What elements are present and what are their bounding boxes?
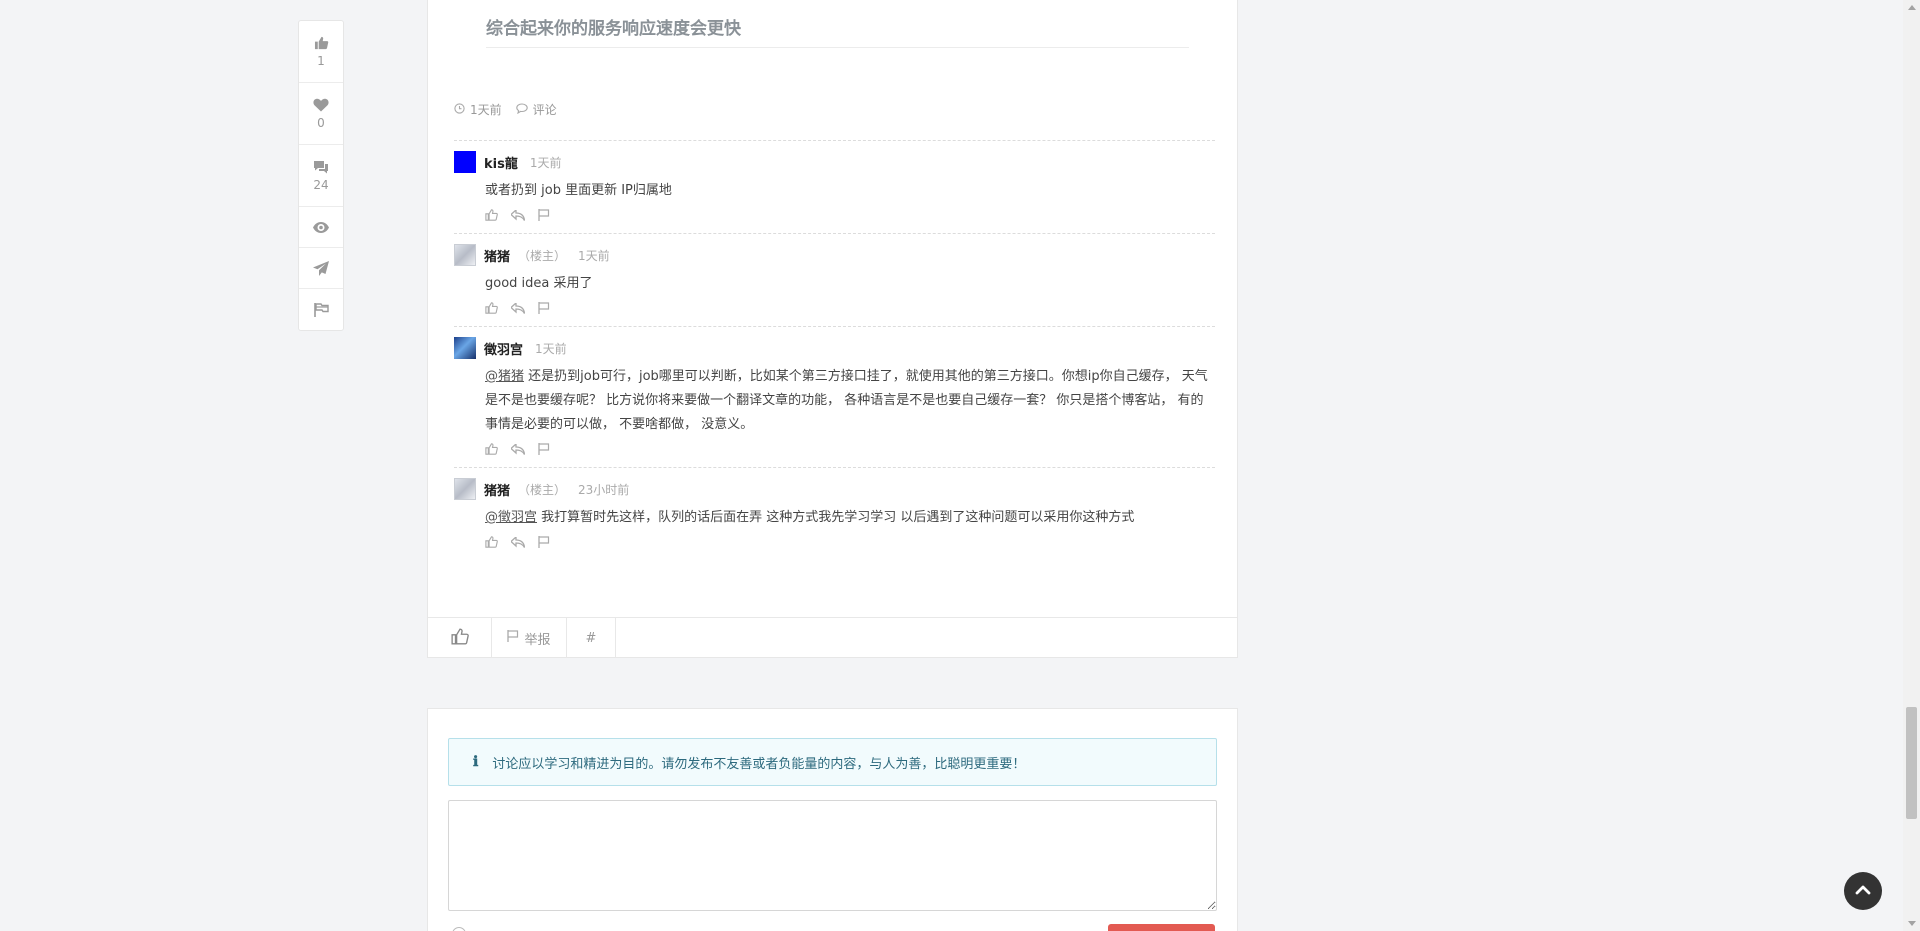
comment-text: 或者扔到 job 里面更新 IP归属地 <box>485 183 672 198</box>
comment-reply-icon[interactable] <box>510 208 526 225</box>
comment-report-icon[interactable] <box>538 209 550 225</box>
comment-actions <box>485 535 1215 552</box>
comment-body: @猪猪 还是扔到job可行，job哪里可以判断，比如某个第三方接口挂了，就使用其… <box>485 365 1215 437</box>
comment-time: 1天前 <box>529 155 562 170</box>
post-comment-link[interactable]: 评论 <box>533 101 557 118</box>
comment-like-icon[interactable] <box>485 443 498 459</box>
comment-author[interactable]: 猪猪 <box>484 480 510 499</box>
scroll-up-arrow-icon[interactable] <box>1908 5 1916 10</box>
comment-actions <box>485 301 1215 318</box>
comment-body: good idea 采用了 <box>485 272 1215 296</box>
comment-reply-icon[interactable] <box>510 535 526 552</box>
post-meta: 1天前 评论 <box>454 101 557 118</box>
avatar[interactable] <box>454 337 476 359</box>
eye-icon <box>313 221 329 233</box>
footer-report-button[interactable]: 举报 <box>492 618 567 658</box>
comment-like-icon[interactable] <box>485 209 498 225</box>
reply-textarea[interactable] <box>448 800 1217 911</box>
comment-list: kis龍 1天前 或者扔到 job 里面更新 IP归属地 猪猪 （楼主） 1天前… <box>454 140 1215 560</box>
comment-like-icon[interactable] <box>485 536 498 552</box>
comment-actions <box>485 442 1215 459</box>
comment-like-icon[interactable] <box>485 302 498 318</box>
rail-comment-button[interactable]: 24 <box>299 145 343 207</box>
comment-reply-icon[interactable] <box>510 442 526 459</box>
comment-body: @徵羽宫 我打算暂时先这样，队列的话后面在弄 这种方式我先学习学习 以后遇到了这… <box>485 506 1215 530</box>
chevron-up-icon <box>1855 884 1871 899</box>
post-footer: 举报 # <box>428 617 1237 658</box>
comment-body: 或者扔到 job 里面更新 IP归属地 <box>485 179 1215 203</box>
owner-badge: （楼主） <box>518 248 567 263</box>
comment-count: 24 <box>313 177 329 192</box>
back-to-top-button[interactable] <box>1844 872 1882 910</box>
thumbs-up-icon <box>314 36 329 50</box>
avatar[interactable] <box>454 478 476 500</box>
heart-icon <box>313 98 329 112</box>
rail-share-button[interactable] <box>299 248 343 289</box>
clock-icon <box>454 102 465 117</box>
mention-link[interactable]: @徵羽宫 <box>485 510 537 525</box>
flag-icon <box>507 630 519 646</box>
footer-anchor-button[interactable]: # <box>567 618 616 658</box>
comment-reply-icon[interactable] <box>510 301 526 318</box>
comment-author[interactable]: 徵羽宫 <box>484 339 523 358</box>
favorite-count: 0 <box>317 115 325 130</box>
page-scrollbar[interactable] <box>1903 0 1920 931</box>
comment-author[interactable]: 猪猪 <box>484 246 510 265</box>
comment-text: good idea 采用了 <box>485 276 593 291</box>
paper-plane-icon <box>313 260 329 276</box>
flag-icon <box>313 302 329 317</box>
comment-time: 23小时前 <box>578 482 630 497</box>
post-card: 综合起来你的服务响应速度会更快 1天前 评论 kis龍 1天前 或者扔到 job… <box>427 0 1238 658</box>
rail-watch-button[interactable] <box>299 207 343 248</box>
discussion-notice: ℹ 讨论应以学习和精进为目的。请勿发布不友善或者负能量的内容，与人为善，比聪明更… <box>448 738 1217 786</box>
rail-like-button[interactable]: 1 <box>299 21 343 83</box>
comment-text: 我打算暂时先这样，队列的话后面在弄 这种方式我先学习学习 以后遇到了这种问题可以… <box>537 510 1135 525</box>
avatar[interactable] <box>454 244 476 266</box>
info-icon: ℹ <box>473 754 479 770</box>
comment-report-icon[interactable] <box>538 302 550 318</box>
like-count: 1 <box>317 53 325 68</box>
notice-text: 讨论应以学习和精进为目的。请勿发布不友善或者负能量的内容，与人为善，比聪明更重要… <box>492 756 1026 772</box>
comment-item: 猪猪 （楼主） 23小时前 @徵羽宫 我打算暂时先这样，队列的话后面在弄 这种方… <box>454 468 1215 560</box>
comment-time: 1天前 <box>578 248 610 263</box>
comment-time: 1天前 <box>535 341 567 356</box>
scrollbar-thumb[interactable] <box>1906 707 1917 819</box>
hash-label: # <box>585 630 597 646</box>
comment-bubble-icon <box>515 102 528 117</box>
reply-card: ℹ 讨论应以学习和精进为目的。请勿发布不友善或者负能量的内容，与人为善，比聪明更… <box>427 708 1238 931</box>
mention-link[interactable]: @猪猪 <box>485 369 524 384</box>
report-label: 举报 <box>524 632 551 648</box>
action-rail: 1 0 24 <box>298 20 344 331</box>
owner-badge: （楼主） <box>518 482 567 497</box>
comment-item: 猪猪 （楼主） 1天前 good idea 采用了 <box>454 234 1215 327</box>
rail-report-button[interactable] <box>299 289 343 330</box>
scroll-down-arrow-icon[interactable] <box>1908 921 1916 926</box>
rail-favorite-button[interactable]: 0 <box>299 83 343 145</box>
avatar[interactable] <box>454 151 476 173</box>
comment-item: 徵羽宫 1天前 @猪猪 还是扔到job可行，job哪里可以判断，比如某个第三方接… <box>454 327 1215 468</box>
comments-icon <box>313 160 329 174</box>
post-heading: 综合起来你的服务响应速度会更快 <box>486 14 1189 48</box>
comment-author[interactable]: kis龍 <box>484 153 518 172</box>
comment-actions <box>485 208 1215 225</box>
footer-like-button[interactable] <box>428 618 492 658</box>
comment-item: kis龍 1天前 或者扔到 job 里面更新 IP归属地 <box>454 141 1215 234</box>
reply-option-radio[interactable] <box>452 927 466 931</box>
thumbs-up-icon <box>450 628 469 649</box>
comment-text: 还是扔到job可行，job哪里可以判断，比如某个第三方接口挂了，就使用其他的第三… <box>485 369 1208 432</box>
comment-report-icon[interactable] <box>538 443 550 459</box>
post-time: 1天前 <box>470 103 502 117</box>
submit-button[interactable] <box>1108 924 1215 931</box>
comment-report-icon[interactable] <box>538 536 550 552</box>
